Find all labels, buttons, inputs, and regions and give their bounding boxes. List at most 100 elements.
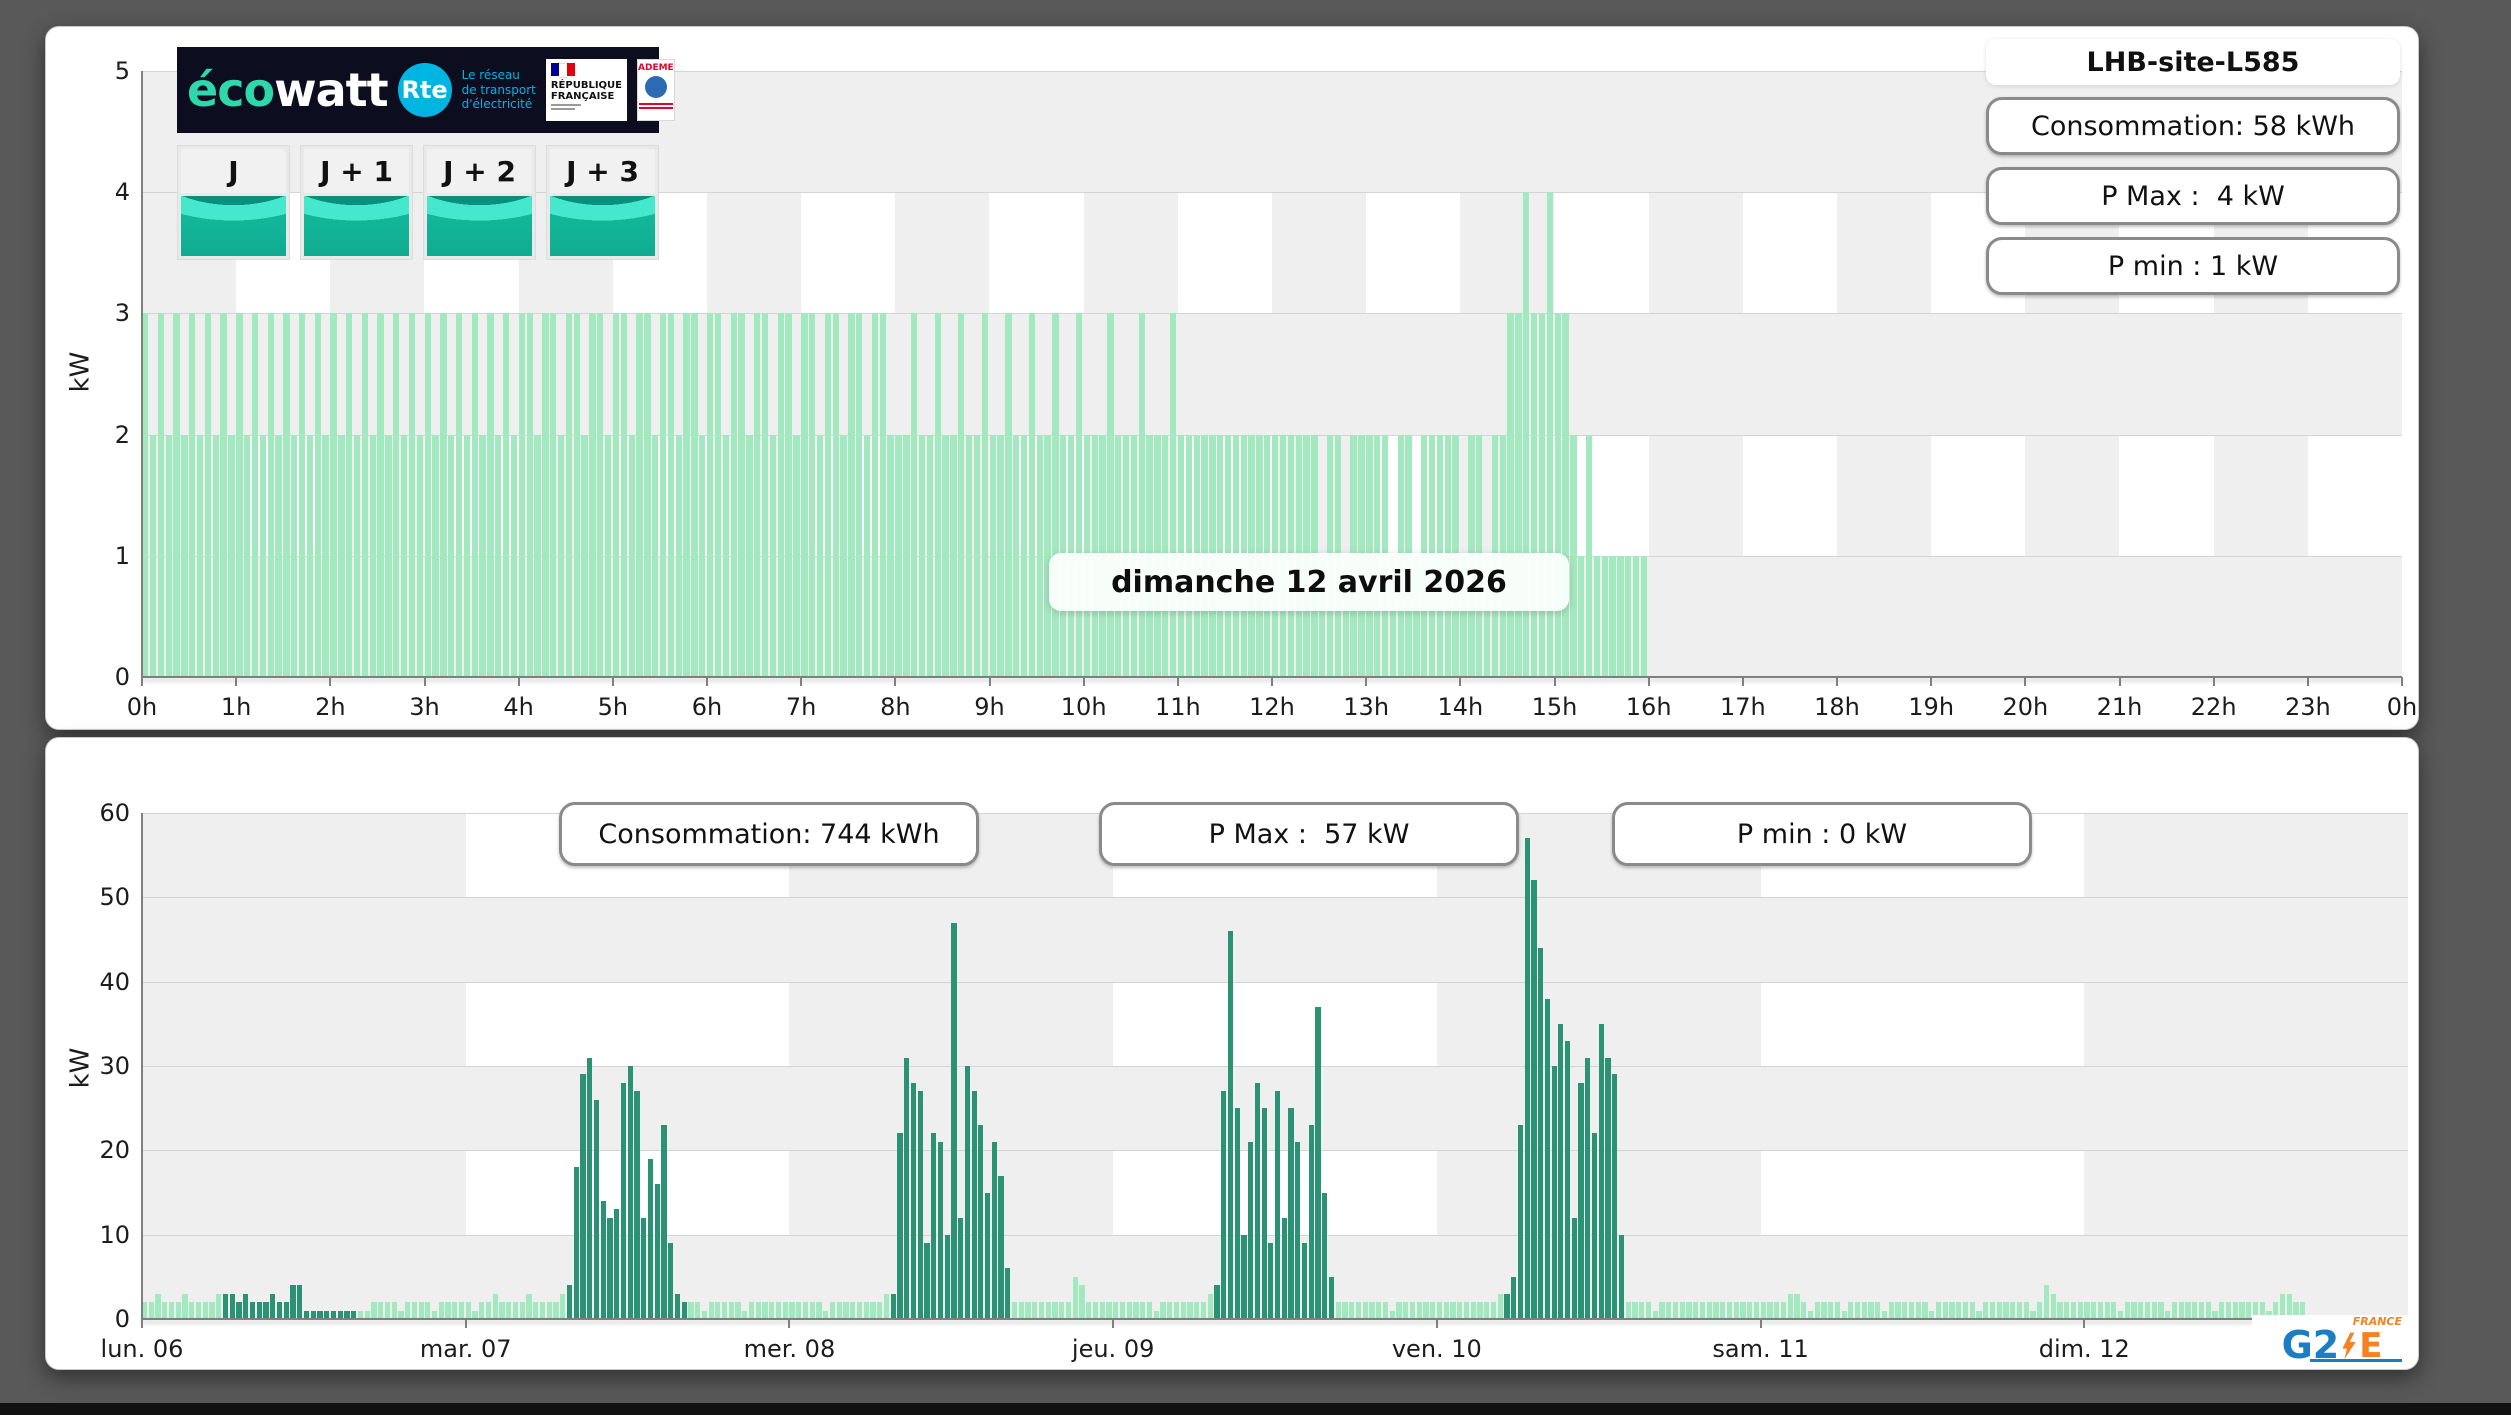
bar [1011,1302,1018,1319]
weekly-y-axis-title: kW [65,1047,96,1089]
bar [910,1082,917,1319]
bar [754,313,761,677]
bar [883,1293,890,1319]
bar [1570,434,1577,677]
tab-j3[interactable]: J + 3 [546,145,659,260]
bar [1996,1302,2002,1319]
bar [1861,1302,1867,1319]
ademe-line [638,107,673,109]
bar [1571,1217,1577,1319]
x-tick-label: 6h [691,693,723,721]
bg-cell [1837,192,1932,314]
tab-j-label[interactable]: J [181,149,286,193]
bar [796,1302,802,1319]
bar [377,313,384,677]
y-axis-line [141,813,143,1319]
tab-j1[interactable]: J + 1 [300,145,413,260]
bar [212,434,219,677]
screen-bottom-edge [0,1403,2511,1415]
tab-j2[interactable]: J + 2 [423,145,536,260]
bar [506,1302,512,1319]
bar [1140,1302,1146,1319]
bar [565,313,573,677]
bar [1430,1302,1436,1319]
bar [291,434,298,677]
bar [175,1302,181,1319]
bar [1989,1302,1996,1319]
bar [385,434,392,677]
bar [965,434,973,677]
bar [730,313,737,677]
bar [612,313,620,677]
bar [1962,1302,1969,1319]
bar [479,1302,485,1319]
tab-j2-label[interactable]: J + 2 [427,149,532,193]
x-tick-label: ven. 10 [1391,1335,1482,1363]
x-tick-mark [2083,1319,2086,1328]
bar [369,434,376,677]
bar [674,1293,680,1319]
bar [2043,1285,2050,1319]
bar [1969,1302,1975,1319]
bar [479,434,486,677]
bar [761,313,769,677]
y-tick-label: 1 [114,541,130,570]
bar [675,434,682,677]
bar [816,1302,822,1319]
bar [809,313,816,677]
devise-bar [550,108,575,111]
bar [1221,1091,1227,1319]
bar [1578,1082,1584,1319]
bar [699,434,706,677]
bar [228,434,235,677]
tab-j3-label[interactable]: J + 3 [550,149,655,193]
bar [1949,1302,1955,1319]
bar [1511,1276,1517,1319]
bar [259,434,267,677]
y-tick-label: 20 [99,1136,130,1165]
x-tick-mark [329,677,332,686]
bar [863,434,871,677]
bar [824,313,832,677]
bar [1591,1133,1598,1319]
x-tick-mark [1930,677,1933,686]
bar [1254,1082,1260,1319]
bar [1490,1302,1497,1319]
bar [1268,1243,1274,1319]
x-tick-label: 2h [315,693,346,721]
bar [1605,1057,1611,1319]
bar [518,313,525,677]
bar [628,434,635,677]
x-tick-label: 21h [2096,693,2143,721]
bar [1767,1302,1773,1319]
bar [1342,1302,1348,1319]
bar [267,313,274,677]
bar [189,313,196,677]
bar [542,313,549,677]
weekly-panel: kW 0 10 20 30 40 50 60 lun. 06 mar. 07 mer. 08 je… [45,737,2419,1370]
bar [1868,1302,1874,1319]
g2e-e-text: E [2359,1326,2383,1366]
bar [526,313,533,677]
tab-j1-label[interactable]: J + 1 [304,149,409,193]
bar [785,313,792,677]
bar [1834,1302,1840,1319]
x-tick-label: 16h [1625,693,1672,721]
tab-j[interactable]: J [177,145,290,260]
bar [951,922,957,1319]
bar [1052,313,1059,677]
bar [647,1158,654,1319]
bar [863,1302,869,1319]
bar [691,313,698,677]
bar [463,434,471,677]
bar [322,434,329,677]
x-tick-mark [423,677,426,686]
bar [557,434,565,677]
x-tick-label: lun. 06 [100,1335,184,1363]
bar [777,313,784,677]
ademe-title: ADEME [638,63,674,73]
bar [1821,1302,1827,1319]
x-tick-mark [141,1319,143,1328]
bar [1747,1302,1753,1319]
x-tick-mark [464,1319,467,1328]
